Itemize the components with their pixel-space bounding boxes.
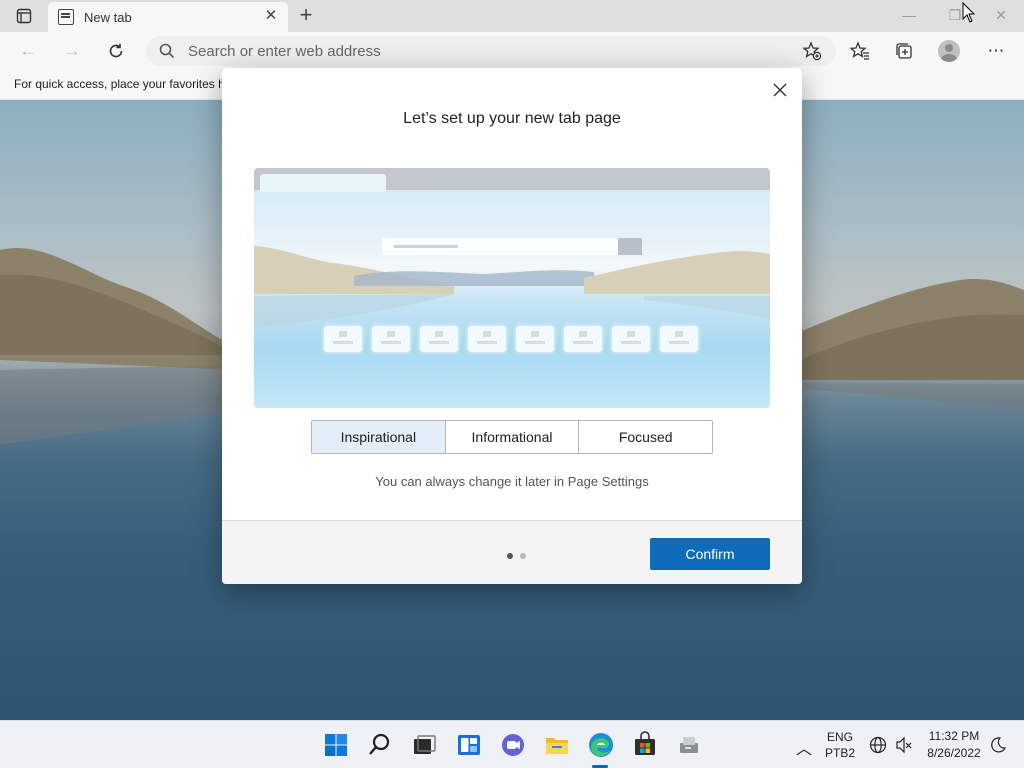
add-favorite-button[interactable] [800,39,824,63]
refresh-button[interactable] [104,39,128,63]
file-explorer-icon[interactable] [543,731,571,759]
confirm-button[interactable]: Confirm [650,538,770,570]
dialog-hint: You can always change it later in Page S… [375,474,649,489]
new-tab-button[interactable]: + [294,4,318,28]
preview-quick-link [660,326,698,352]
dialog-footer: Confirm [222,520,802,584]
back-button[interactable]: ← [16,39,40,63]
mouse-cursor-icon [962,2,976,23]
layout-preview-image [254,168,770,408]
new-tab-page-icon [58,9,74,25]
refresh-icon [109,43,123,58]
task-view-icon[interactable] [410,731,438,759]
tab-title: New tab [84,10,132,25]
search-icon [159,43,175,59]
preview-quick-link [324,326,362,352]
preview-quick-link [564,326,602,352]
tab-close-button[interactable]: ✕ [262,7,280,25]
profile-avatar[interactable] [938,40,960,62]
option-inspirational[interactable]: Inspirational [312,421,446,453]
option-informational[interactable]: Informational [446,421,580,453]
address-bar[interactable]: Search or enter web address [146,36,836,66]
widgets-icon[interactable] [455,731,483,759]
taskbar: ︿ ENG PTB2 11:32 PM 8/26/2022 [0,720,1024,768]
preview-search-button [618,238,642,255]
favorites-icon [849,41,869,60]
keyboard-layout-indicator[interactable]: PTB2 [824,746,856,760]
focus-assist-moon-icon[interactable] [988,735,1008,755]
preview-quick-link [420,326,458,352]
language-indicator[interactable]: ENG [824,730,856,744]
dialog-title: Let’s set up your new tab page [403,110,621,127]
preview-quick-link [468,326,506,352]
collections-icon [896,43,912,59]
app-icon[interactable] [675,731,703,759]
page-dot [520,553,526,559]
network-globe-icon[interactable] [868,735,888,755]
clock-time[interactable]: 11:32 PM [918,729,990,743]
store-icon[interactable] [631,731,659,759]
preview-tab [260,174,386,192]
page-dot-active [507,553,513,559]
preview-quick-link [372,326,410,352]
clock-date[interactable]: 8/26/2022 [918,746,990,760]
edge-icon[interactable] [587,731,615,759]
search-icon[interactable] [366,731,394,759]
chat-icon[interactable] [499,731,527,759]
tab-bar: New tab ✕ + — ❐ ✕ [0,0,1024,32]
tab-actions-button[interactable] [8,4,40,28]
preview-quick-link [612,326,650,352]
star-add-icon [802,41,822,61]
dialog-close-button[interactable] [770,80,790,100]
favorites-bar-hint: For quick access, place your favorites h [14,77,225,91]
forward-button[interactable]: → [60,39,84,63]
new-tab-setup-dialog: Let’s set up your new tab page Inspirati… [222,68,802,584]
minimize-button[interactable]: — [898,6,920,24]
layout-option-selector: Inspirational Informational Focused [311,420,713,454]
collections-button[interactable] [892,39,916,63]
favorites-button[interactable] [848,39,872,63]
tab-actions-icon [16,8,32,24]
start-icon[interactable] [322,731,350,759]
settings-more-button[interactable]: ⋯ [984,39,1008,63]
toolbar: ← → Search or enter web address ⋯ [0,32,1024,70]
close-window-button[interactable]: ✕ [990,6,1012,24]
close-icon [773,83,787,97]
preview-search-box [382,238,618,255]
tab-new-tab[interactable]: New tab ✕ [48,2,288,32]
option-focused[interactable]: Focused [579,421,712,453]
address-placeholder: Search or enter web address [188,43,381,60]
show-hidden-icons-chevron-icon[interactable]: ︿ [796,735,812,759]
preview-quick-link [516,326,554,352]
volume-muted-icon[interactable] [894,735,914,755]
